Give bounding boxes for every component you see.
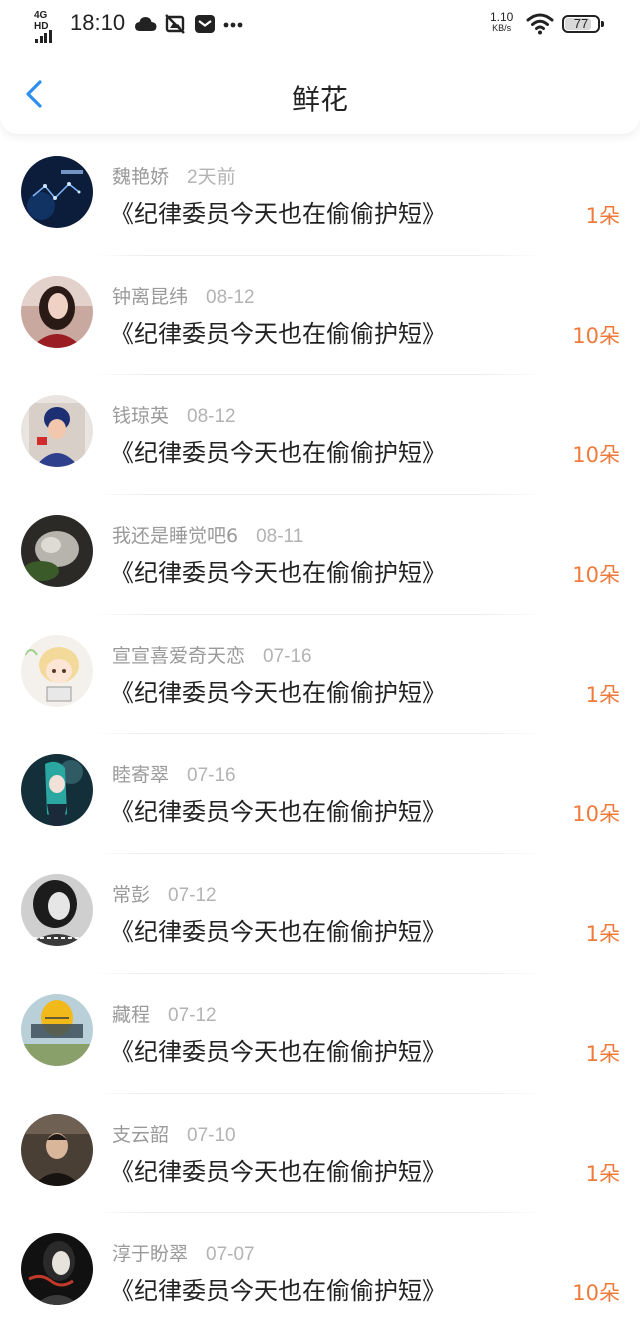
battery-level: 77 <box>573 16 589 31</box>
flower-count: 1朵 <box>585 1041 620 1066</box>
list-item[interactable]: 常彭 07-12 《纪律委员今天也在偷偷护短》 1朵 <box>0 854 640 974</box>
username: 睦寄翠 <box>112 764 170 787</box>
list-item[interactable]: 魏艳娇 2天前 《纪律委员今天也在偷偷护短》 1朵 <box>0 136 640 256</box>
avatar[interactable] <box>21 515 93 588</box>
avatar[interactable] <box>21 156 93 228</box>
gift-time: 07-10 <box>187 1124 236 1146</box>
username: 我还是睡觉吧6 <box>112 525 239 548</box>
user-line: 支云韶 07-10 <box>112 1120 236 1147</box>
user-line: 常彭 07-12 <box>112 880 217 907</box>
book-title: 《纪律委员今天也在偷偷护短》 <box>110 1277 446 1306</box>
book-title: 《纪律委员今天也在偷偷护短》 <box>110 559 446 588</box>
book-title: 《纪律委员今天也在偷偷护短》 <box>110 1157 446 1186</box>
username: 藏程 <box>112 1003 151 1026</box>
avatar[interactable] <box>21 874 93 947</box>
user-line: 魏艳娇 2天前 <box>112 162 236 189</box>
flower-count: 10朵 <box>572 563 620 588</box>
flower-count: 1朵 <box>585 922 620 947</box>
book-title: 《纪律委员今天也在偷偷护短》 <box>110 678 446 707</box>
username: 宣宣喜爱奇天恋 <box>112 644 246 667</box>
flower-count: 10朵 <box>572 802 620 827</box>
message-icon <box>195 15 215 33</box>
weather-cloud-icon <box>135 17 157 31</box>
network-speed-value: 1.10 <box>490 10 514 24</box>
username: 钱琼英 <box>112 405 170 428</box>
more-notifications-icon <box>223 22 243 28</box>
gift-time: 08-11 <box>256 526 304 548</box>
gift-time: 08-12 <box>187 406 236 428</box>
status-time: 18:10 <box>70 10 126 35</box>
user-line: 藏程 07-12 <box>112 1000 217 1027</box>
user-line: 我还是睡觉吧6 08-11 <box>112 521 303 548</box>
page-title: 鲜花 <box>291 83 348 116</box>
cellular-signal-icon: 4G HD <box>34 10 64 43</box>
username: 钟离昆纬 <box>112 285 189 308</box>
user-line: 睦寄翠 07-16 <box>112 760 236 787</box>
list-item[interactable]: 钱琼英 08-12 《纪律委员今天也在偷偷护短》 10朵 <box>0 375 640 496</box>
flower-count: 1朵 <box>585 682 620 707</box>
flower-count: 10朵 <box>572 323 620 348</box>
gift-time: 07-16 <box>263 645 312 667</box>
flower-count: 10朵 <box>572 443 620 468</box>
username: 魏艳娇 <box>112 166 170 188</box>
user-line: 宣宣喜爱奇天恋 07-16 <box>112 641 312 668</box>
avatar[interactable] <box>21 634 93 707</box>
gift-time: 07-07 <box>206 1244 255 1266</box>
user-line: 钟离昆纬 08-12 <box>112 282 255 309</box>
gift-time: 08-12 <box>206 286 255 308</box>
avatar[interactable] <box>21 395 93 468</box>
list-item[interactable]: 支云韶 07-10 《纪律委员今天也在偷偷护短》 1朵 <box>0 1094 640 1214</box>
list-item[interactable]: 淳于盼翠 07-07 《纪律委员今天也在偷偷护短》 10朵 <box>0 1213 640 1333</box>
flower-count: 1朵 <box>585 204 620 228</box>
book-title: 《纪律委员今天也在偷偷护短》 <box>110 798 446 827</box>
gift-time: 07-16 <box>187 765 236 787</box>
list-item[interactable]: 睦寄翠 07-16 《纪律委员今天也在偷偷护短》 10朵 <box>0 734 640 855</box>
list-item[interactable]: 宣宣喜爱奇天恋 07-16 《纪律委员今天也在偷偷护短》 1朵 <box>0 615 640 735</box>
wifi-icon <box>526 13 554 35</box>
gift-time: 07-12 <box>168 885 217 907</box>
flower-list: 魏艳娇 2天前 《纪律委员今天也在偷偷护短》 1朵 钟离昆纬 08-12 《纪律委员… <box>0 136 640 1333</box>
network-speed: 1.10 KB/s <box>490 10 514 34</box>
username: 常彭 <box>112 884 151 907</box>
image-off-icon <box>165 14 185 34</box>
gift-time: 07-12 <box>168 1004 217 1026</box>
list-item[interactable]: 藏程 07-12 《纪律委员今天也在偷偷护短》 1朵 <box>0 974 640 1094</box>
battery-cap <box>601 21 604 27</box>
book-title: 《纪律委员今天也在偷偷护短》 <box>110 439 446 468</box>
flower-count: 10朵 <box>572 1281 620 1306</box>
username: 淳于盼翠 <box>112 1243 189 1266</box>
battery-icon: 77 <box>562 15 600 33</box>
avatar[interactable] <box>21 275 93 348</box>
user-line: 钱琼英 08-12 <box>112 401 236 428</box>
username: 支云韶 <box>112 1123 170 1146</box>
avatar[interactable] <box>21 1233 93 1306</box>
book-title: 《纪律委员今天也在偷偷护短》 <box>110 1037 446 1066</box>
nav-bar: 鲜花 <box>0 52 640 134</box>
flower-count: 1朵 <box>585 1161 620 1186</box>
book-title: 《纪律委员今天也在偷偷护短》 <box>110 200 446 228</box>
user-line: 淳于盼翠 07-07 <box>112 1239 255 1266</box>
avatar[interactable] <box>21 754 93 827</box>
avatar[interactable] <box>21 1113 93 1186</box>
list-item[interactable]: 我还是睡觉吧6 08-11 《纪律委员今天也在偷偷护短》 10朵 <box>0 495 640 615</box>
network-speed-unit: KB/s <box>492 23 512 33</box>
gift-time: 2天前 <box>187 167 236 188</box>
list-item[interactable]: 钟离昆纬 08-12 《纪律委员今天也在偷偷护短》 10朵 <box>0 256 640 376</box>
avatar[interactable] <box>21 993 93 1066</box>
status-bar: 4G HD 18:10 1.10 KB/s 77 <box>0 0 640 52</box>
book-title: 《纪律委员今天也在偷偷护短》 <box>110 319 446 348</box>
book-title: 《纪律委员今天也在偷偷护短》 <box>110 918 446 947</box>
